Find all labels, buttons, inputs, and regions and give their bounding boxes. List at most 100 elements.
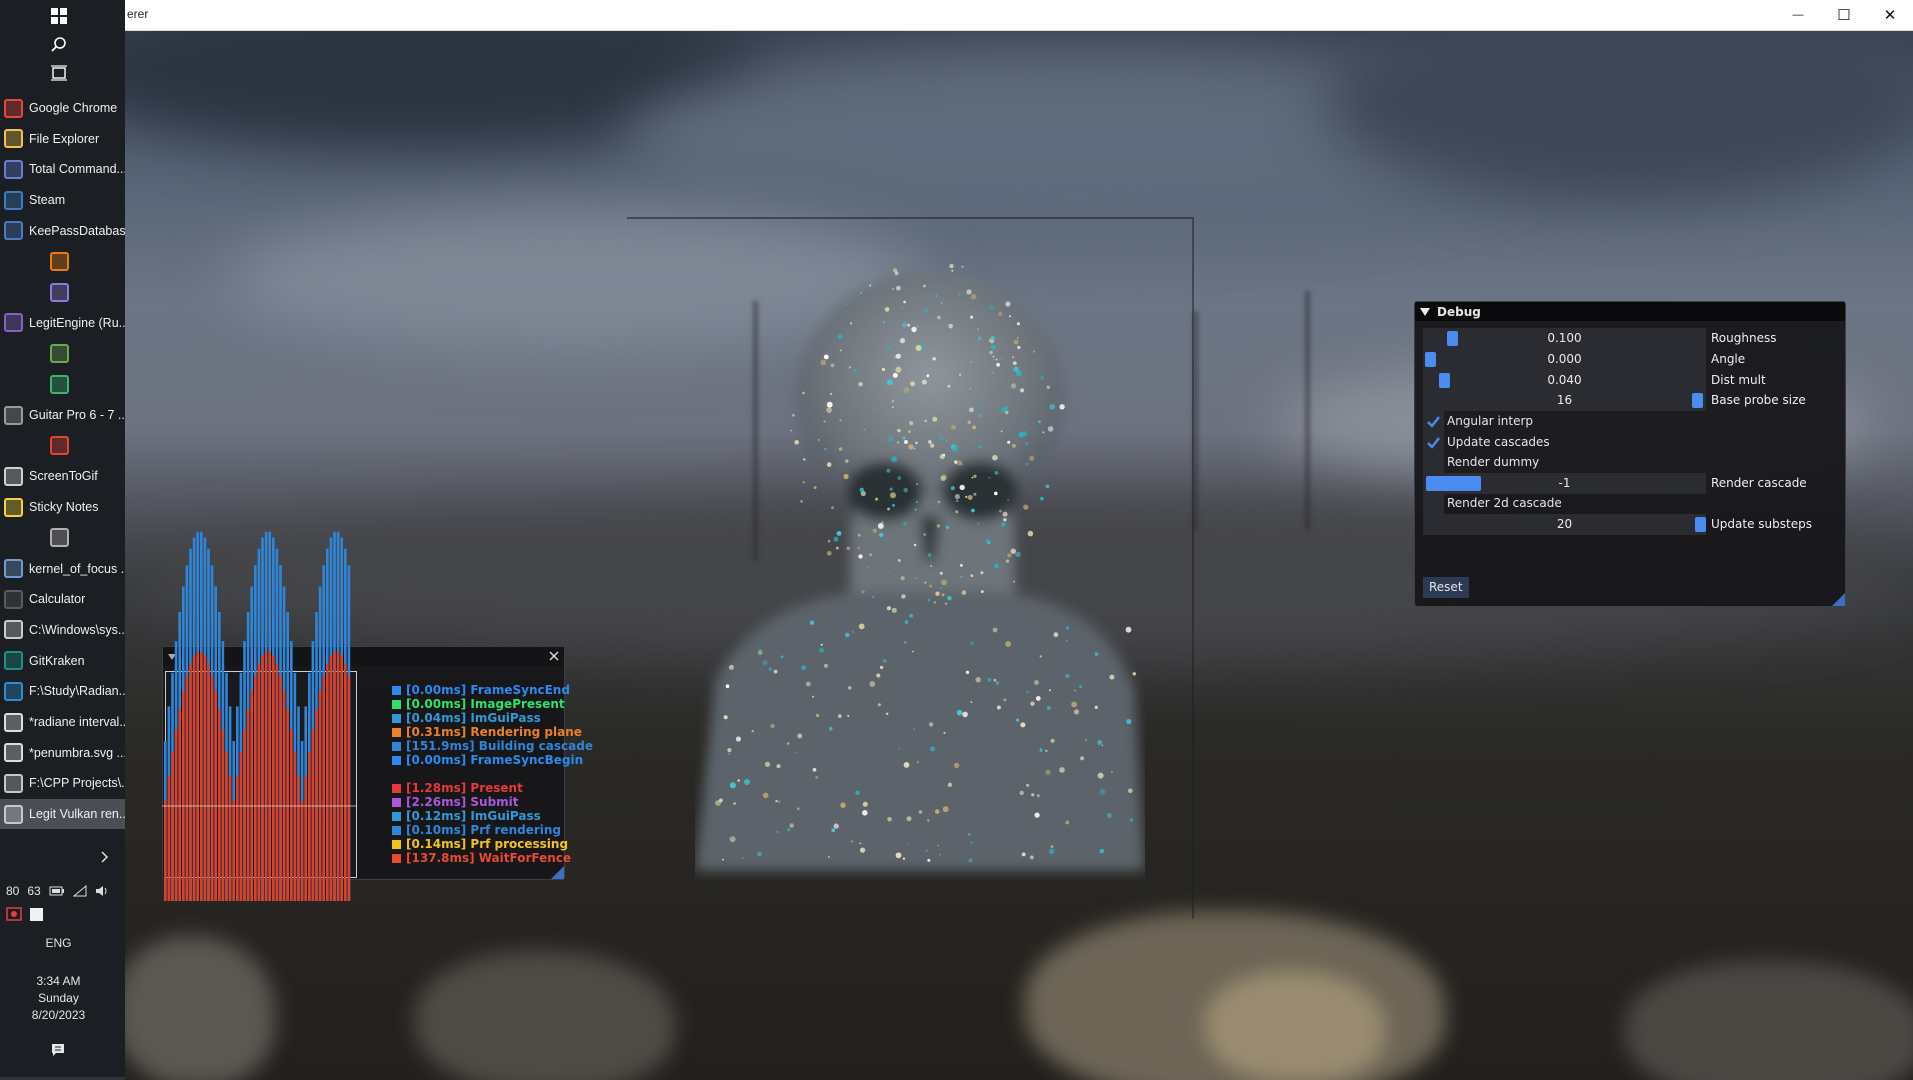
taskbar-app-9[interactable] [0,369,125,399]
tray-language[interactable]: ENG [0,936,117,950]
window-title: erer [127,7,149,21]
maximize-button[interactable]: ☐ [1821,0,1867,30]
app-window-icon [4,804,23,824]
minimize-button[interactable]: — [1775,0,1821,30]
taskbar-app-19[interactable]: F:\Study\Radian... [0,676,125,706]
vscode-icon [4,681,23,701]
legend-text: [0.12ms] ImGuiPass [406,809,541,823]
checkbox-render-2d-cascade[interactable] [1423,493,1444,514]
taskbar-app-23[interactable]: Legit Vulkan ren... [0,799,125,830]
app-window: erer — ☐ ✕ Debug 0.100 Roughness 0.000 A… [125,0,1913,1080]
taskbar-app-label: GitKraken [29,653,85,668]
app-window-icon [4,773,23,793]
legend-swatch [392,756,401,765]
gpu-frame-bar [290,729,293,901]
taskbar-app-21[interactable]: *penumbra.svg ... [0,738,125,768]
taskbar-app-12[interactable]: ScreenToGif [0,461,125,491]
gpu-frame-bar [243,729,246,901]
tray-temp-1: 80 [6,884,20,898]
gpu-frame-bar [293,752,297,901]
taskbar-app-17[interactable]: C:\Windows\sys... [0,615,125,645]
clock-date[interactable]: 8/20/2023 [0,1008,117,1022]
gpu-frame-bar [182,690,185,901]
gpu-frame-bar [196,651,199,901]
taskbar-app-1[interactable]: File Explorer [0,124,125,154]
notification-icon[interactable] [50,1042,66,1058]
legend-text: [137.8ms] WaitForFence [406,851,572,865]
tray-app-icon[interactable] [30,907,43,921]
taskbar-app-label: Google Chrome [29,101,118,115]
taskbar-app-4[interactable]: KeePassDatabas... [0,216,125,246]
chrome-icon [4,98,23,118]
taskbar-app-8[interactable] [0,339,125,369]
checkbox-render-dummy[interactable] [1423,452,1444,473]
taskbar-app-3[interactable]: Steam [0,185,125,215]
slider-base-probe-size[interactable]: 16 [1423,390,1706,411]
taskbar-app-0[interactable]: Google Chrome [0,93,125,123]
debug-resize-grip[interactable] [1832,593,1845,606]
taskbar-app-2[interactable]: Total Command... [0,154,125,184]
slider-render-cascade[interactable]: -1 [1423,473,1706,494]
clock-day[interactable]: Sunday [0,991,117,1005]
gpu-frame-bar [347,675,351,901]
profiler-legend-item: [0.00ms] FrameSyncBegin [392,753,583,767]
taskbar-app-16[interactable]: Calculator [0,584,125,614]
taskbar-app-18[interactable]: GitKraken [0,646,125,676]
foreground-rock [125,936,275,1080]
legend-swatch [392,742,401,751]
maximize-icon: ☐ [1837,7,1851,24]
clock-time[interactable]: 3:34 AM [0,974,117,988]
gpu-frame-bar [329,655,333,901]
slider-update-substeps[interactable]: 20 [1423,514,1706,535]
gpu-frame-bar [304,776,307,901]
taskbar-app-15[interactable]: kernel_of_focus ... [0,554,125,584]
gpu-frame-bar [318,690,322,901]
taskbar-app-6[interactable] [0,277,125,307]
profiler-resize-grip[interactable] [551,866,564,879]
slider-roughness[interactable]: 0.100 [1423,328,1706,349]
legend-text: [2.26ms] Submit [406,795,519,809]
taskbar-app-13[interactable]: Sticky Notes [0,492,125,522]
guitar-icon [4,405,23,425]
taskbar-app-5[interactable] [0,247,125,277]
frame-post [1193,311,1198,531]
screen-record-icon[interactable] [6,906,22,922]
close-button[interactable]: ✕ [1867,0,1913,30]
collapse-triangle-icon[interactable] [1419,307,1431,317]
foreground-rock [415,951,675,1080]
slider-angle[interactable]: 0.000 [1423,349,1706,370]
task-view-icon[interactable] [49,63,69,83]
search-icon[interactable] [49,35,69,55]
debug-titlebar[interactable]: Debug [1415,302,1845,321]
taskbar-app-10[interactable]: Guitar Pro 6 - 7 ... [0,400,125,430]
wifi-icon[interactable] [72,885,87,897]
checkbox-angular-interp[interactable] [1423,411,1444,432]
taskbar-app-label: Total Command... [29,162,125,177]
slider-value: 0.040 [1547,373,1582,387]
legend-swatch [392,798,401,807]
gpu-frame-bar [185,675,189,901]
terminal-icon [4,620,23,640]
checkbox-update-cascades[interactable] [1423,432,1444,453]
windows-start-icon[interactable] [49,6,69,26]
taskbar-app-7[interactable]: LegitEngine (Ru... [0,308,125,338]
taskbar-app-20[interactable]: *radiane interval... [0,707,125,737]
taskbar-app-11[interactable] [0,431,125,461]
render-viewport[interactable]: Debug 0.100 Roughness 0.000 Angle 0.040 Dist … [125,31,1913,1080]
gpu-frame-bar [221,729,225,901]
gpu-frame-bar [171,752,174,901]
legend-swatch [392,840,401,849]
taskbar-app-label: kernel_of_focus ... [29,561,125,576]
battery-icon[interactable] [49,885,65,897]
window-titlebar[interactable]: erer — ☐ ✕ [125,0,1913,31]
slider-dist-mult[interactable]: 0.040 [1423,370,1706,391]
gpu-frame-bar [174,729,178,901]
reset-button[interactable]: Reset [1423,577,1469,598]
slider-value: -1 [1558,476,1571,490]
chevron-right-icon[interactable] [98,850,112,864]
close-icon[interactable] [548,650,560,662]
volume-icon[interactable] [95,885,109,897]
taskbar-app-22[interactable]: F:\CPP Projects\... [0,768,125,798]
debug-window[interactable]: Debug 0.100 Roughness 0.000 Angle 0.040 Dist … [1414,301,1846,607]
taskbar-app-14[interactable] [0,523,125,553]
